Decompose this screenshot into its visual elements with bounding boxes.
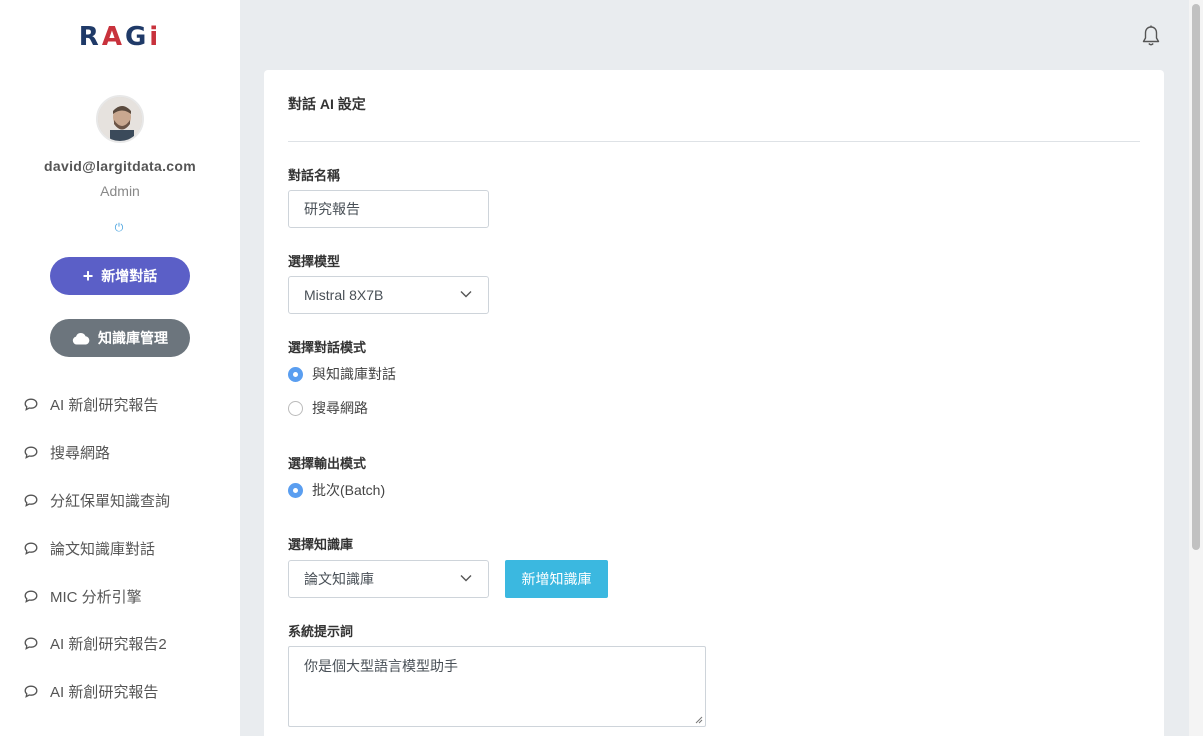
- conversation-label: 分紅保單知識查詢: [50, 492, 171, 510]
- card-title: 對話 AI 設定: [288, 96, 366, 112]
- plus-icon: +: [82, 266, 94, 286]
- mode-option-label: 搜尋網路: [312, 400, 368, 416]
- avatar: [96, 95, 144, 143]
- chat-bubble-icon: [24, 398, 38, 412]
- output-radio-batch[interactable]: 批次(Batch): [288, 480, 385, 500]
- title-divider: [288, 141, 1140, 142]
- user-email: david@largitdata.com: [44, 158, 196, 174]
- conversation-label: MIC 分析引擎: [50, 588, 142, 606]
- conversation-item[interactable]: AI 新創研究報告: [0, 668, 240, 716]
- model-label: 選擇模型: [288, 254, 341, 269]
- radio-checked-icon: [288, 482, 303, 498]
- new-chat-button[interactable]: + 新增對話: [50, 257, 190, 295]
- conversation-item[interactable]: 論文知識庫對話: [0, 524, 240, 572]
- conversation-label: AI 新創研究報告: [50, 397, 159, 415]
- conversation-list: AI 新創研究報告 搜尋網路 分紅保單知識查詢 論文知識庫對話 MIC 分析引擎…: [0, 381, 240, 716]
- scrollbar-thumb[interactable]: [1192, 4, 1200, 550]
- sidebar: RAGi david@largitdata.com Admin ⏻ + 新增對話…: [0, 0, 240, 736]
- chat-bubble-icon: [24, 494, 38, 507]
- chat-bubble-icon: [24, 685, 38, 699]
- kb-select[interactable]: 論文知識庫: [288, 560, 489, 598]
- conversation-label: 搜尋網路: [50, 445, 111, 463]
- system-prompt-value: 你是個大型語言模型助手: [304, 658, 458, 674]
- prompt-label: 系統提示詞: [288, 624, 354, 639]
- conversation-item[interactable]: AI 新創研究報告: [0, 381, 240, 429]
- kb-manage-button[interactable]: 知識庫管理: [50, 319, 190, 357]
- conversation-item[interactable]: 分紅保單知識查詢: [0, 477, 240, 525]
- chat-bubble-icon: [24, 446, 38, 460]
- radio-unchecked-icon: [288, 400, 303, 416]
- model-select-value: Mistral 8X7B: [304, 287, 384, 303]
- mode-option-label: 與知識庫對話: [312, 366, 396, 382]
- new-chat-label: 新增對話: [101, 268, 158, 284]
- output-label: 選擇輸出模式: [288, 456, 367, 471]
- add-kb-button[interactable]: 新增知識庫: [505, 560, 608, 598]
- conversation-item[interactable]: 搜尋網路: [0, 429, 240, 477]
- conversation-label: AI 新創研究報告2: [50, 636, 167, 654]
- chat-bubble-icon: [24, 637, 38, 651]
- cloud-icon: [72, 332, 90, 344]
- chat-bubble-icon: [24, 542, 38, 555]
- chevron-down-icon: [460, 291, 472, 298]
- output-option-label: 批次(Batch): [312, 482, 386, 498]
- bell-icon[interactable]: [1140, 24, 1162, 48]
- kb-manage-label: 知識庫管理: [98, 330, 168, 346]
- chevron-down-icon: [460, 575, 472, 582]
- conversation-item[interactable]: MIC 分析引擎: [0, 572, 240, 620]
- chat-bubble-icon: [24, 590, 38, 603]
- conversation-label: 論文知識庫對話: [50, 540, 156, 558]
- mode-label: 選擇對話模式: [288, 340, 367, 355]
- power-icon[interactable]: ⏻: [113, 222, 125, 234]
- conversation-item[interactable]: AI 新創研究報告2: [0, 620, 240, 668]
- model-select[interactable]: Mistral 8X7B: [288, 276, 489, 314]
- chat-name-input[interactable]: 研究報告: [288, 190, 489, 228]
- page-scrollbar[interactable]: [1189, 0, 1203, 736]
- mode-radio-web[interactable]: 搜尋網路: [288, 398, 368, 418]
- mode-radio-kb[interactable]: 與知識庫對話: [288, 364, 396, 384]
- conversation-label: AI 新創研究報告: [50, 684, 159, 702]
- chat-name-value: 研究報告: [304, 201, 360, 217]
- ragi-logo[interactable]: RAGi: [0, 22, 240, 52]
- settings-card: 對話 AI 設定 對話名稱 研究報告 選擇模型 Mistral 8X7B 選擇對…: [264, 70, 1164, 736]
- name-label: 對話名稱: [288, 168, 341, 183]
- radio-checked-icon: [288, 366, 303, 382]
- resize-grip-icon[interactable]: [695, 716, 703, 724]
- user-role: Admin: [100, 183, 140, 199]
- kb-label: 選擇知識庫: [288, 537, 354, 552]
- kb-select-value: 論文知識庫: [304, 571, 374, 587]
- system-prompt-textarea[interactable]: 你是個大型語言模型助手: [288, 646, 706, 727]
